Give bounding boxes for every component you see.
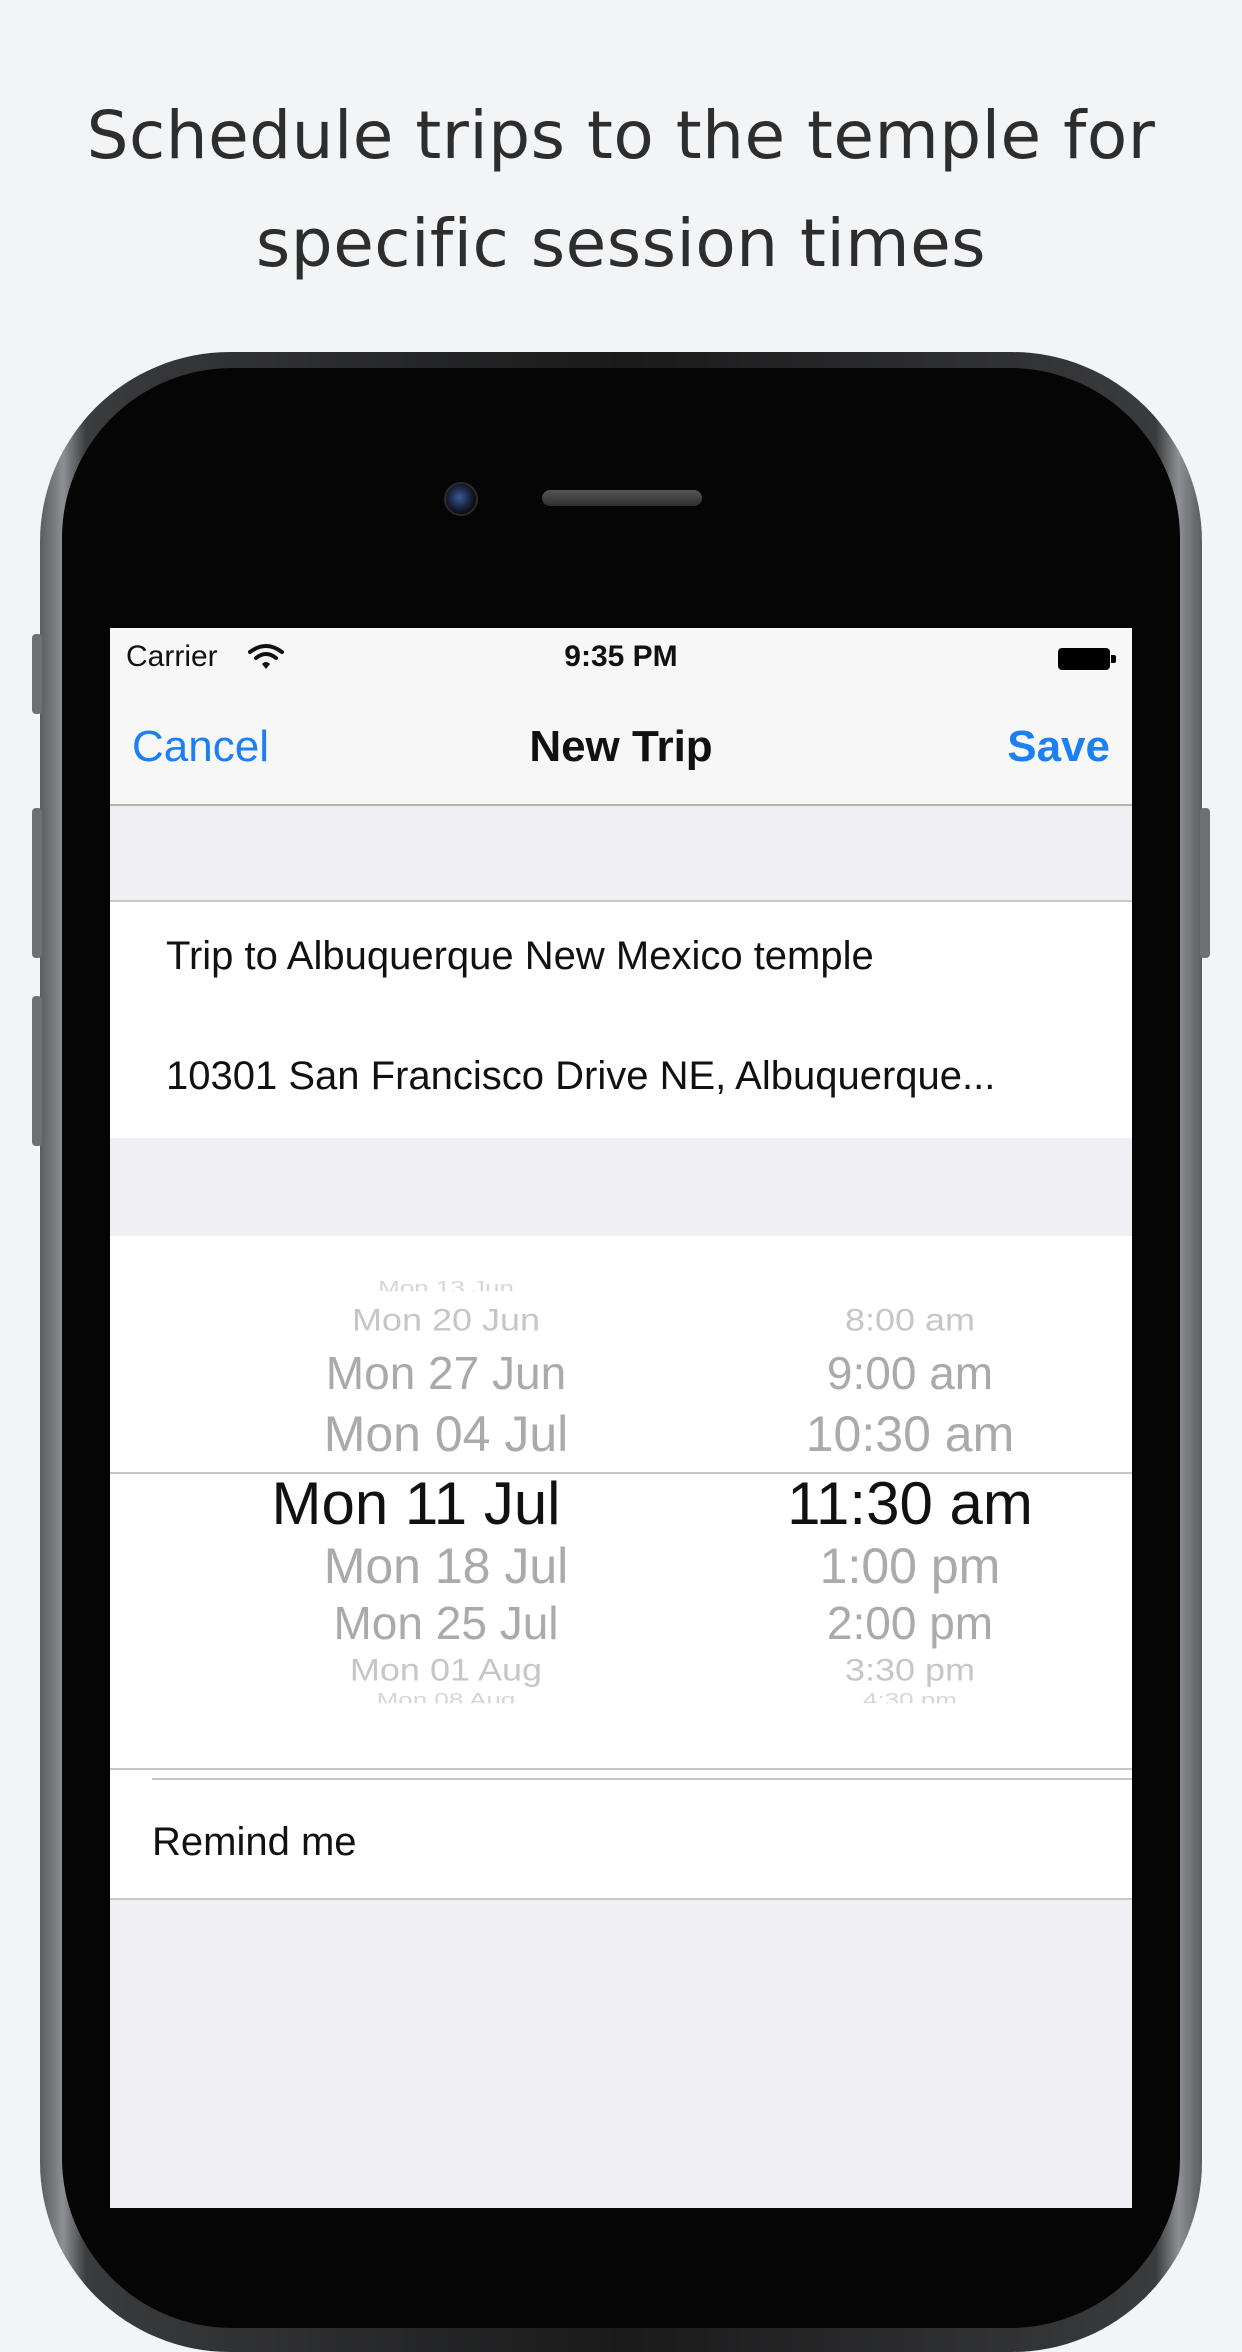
status-time: 9:35 PM [564, 640, 678, 673]
date-option[interactable]: Mon 18 Jul [246, 1538, 646, 1594]
picker-bottom-separator [110, 1768, 1132, 1770]
remind-me-label: Remind me [152, 1820, 357, 1864]
navigation-bar: New Trip Cancel Save [110, 688, 1132, 806]
phone-screen: Carrier 9:35 PM New Trip Cancel Save Tri… [110, 628, 1132, 2208]
earpiece-speaker [542, 490, 702, 506]
trip-details-section: Trip to Albuquerque New Mexico temple 10… [110, 900, 1132, 1138]
date-option[interactable]: Mon 04 Jul [246, 1406, 646, 1462]
selected-date[interactable]: Mon 11 Jul [216, 1470, 616, 1538]
power-button [1200, 808, 1210, 958]
cancel-button[interactable]: Cancel [132, 722, 269, 772]
date-option[interactable]: Mon 20 Jun [246, 1302, 646, 1337]
date-option[interactable]: Mon 13 Jun [246, 1279, 646, 1292]
time-option[interactable]: 1:00 pm [740, 1538, 1080, 1594]
battery-icon [1058, 648, 1116, 670]
volume-down-button [32, 996, 42, 1146]
trip-name-field[interactable]: Trip to Albuquerque New Mexico temple [166, 934, 874, 979]
date-option[interactable]: Mon 25 Jul [246, 1598, 646, 1648]
date-option[interactable]: Mon 27 Jun [246, 1348, 646, 1398]
save-button[interactable]: Save [1007, 722, 1110, 772]
date-option[interactable]: Mon 08 Aug [246, 1691, 646, 1704]
time-option[interactable]: 3:30 pm [740, 1652, 1080, 1687]
time-option[interactable]: 8:00 am [740, 1302, 1080, 1337]
remind-me-cell[interactable]: Remind me [110, 1778, 1132, 1900]
time-option[interactable]: 9:00 am [740, 1348, 1080, 1398]
volume-up-button [32, 808, 42, 958]
status-bar: Carrier 9:35 PM [110, 628, 1132, 688]
time-option[interactable]: 10:30 am [740, 1406, 1080, 1462]
front-camera [444, 482, 478, 516]
time-option[interactable]: 4:30 pm [740, 1691, 1080, 1704]
mute-switch [32, 634, 42, 714]
date-option[interactable]: Mon 01 Aug [246, 1652, 646, 1687]
headline-line-1: Schedule trips to the temple for [86, 97, 1156, 174]
trip-address-field[interactable]: 10301 San Francisco Drive NE, Albuquerqu… [166, 1054, 995, 1099]
date-time-picker[interactable]: Mon 13 Jun Mon 20 Jun Mon 27 Jun Mon 04 … [110, 1236, 1132, 1778]
headline: Schedule trips to the temple for specifi… [0, 82, 1242, 298]
remind-separator [152, 1778, 1132, 1780]
selected-time[interactable]: 11:30 am [740, 1470, 1080, 1538]
headline-line-2: specific session times [255, 205, 987, 282]
time-option[interactable]: 2:00 pm [740, 1598, 1080, 1648]
